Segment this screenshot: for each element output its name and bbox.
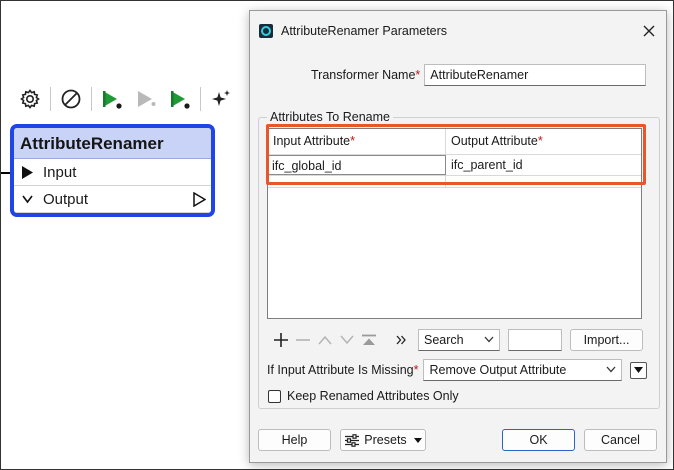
move-up-button[interactable] bbox=[314, 329, 336, 351]
triangle-down-icon bbox=[413, 437, 422, 443]
table-header: Input Attribute* Output Attribute* bbox=[268, 129, 641, 155]
missing-attribute-value: Remove Output Attribute bbox=[429, 363, 567, 377]
input-attribute-cell[interactable]: ifc_global_id bbox=[268, 155, 446, 175]
minus-icon bbox=[296, 339, 310, 341]
more-tools-button[interactable] bbox=[390, 329, 412, 351]
input-port-icon bbox=[22, 165, 33, 179]
missing-attribute-dropdown[interactable]: Remove Output Attribute bbox=[423, 359, 623, 381]
double-chevron-right-icon bbox=[396, 335, 406, 345]
ok-button[interactable]: OK bbox=[502, 429, 575, 451]
chevron-down-icon bbox=[606, 366, 616, 373]
empty-cell[interactable] bbox=[268, 176, 446, 188]
transformer-name-label: Transformer Name* bbox=[311, 68, 421, 82]
attribute-renamer-node[interactable]: AttributeRenamer Input Output bbox=[10, 124, 215, 217]
transformer-name-input[interactable]: AttributeRenamer bbox=[424, 64, 647, 86]
output-port-row[interactable]: Output bbox=[14, 186, 211, 213]
fme-app-icon bbox=[259, 24, 273, 38]
empty-cell[interactable] bbox=[446, 176, 641, 188]
run-from-this-icon[interactable] bbox=[129, 82, 163, 116]
run-to-this-icon[interactable] bbox=[95, 82, 129, 116]
missing-attribute-options-button[interactable] bbox=[630, 361, 648, 379]
group-label: Attributes To Rename bbox=[267, 110, 393, 124]
transformer-name-row: Transformer Name* AttributeRenamer bbox=[311, 64, 647, 86]
parameters-dialog: AttributeRenamer Parameters Transformer … bbox=[249, 10, 667, 463]
toolbar-separator bbox=[50, 87, 51, 111]
table-tools: Search Import... bbox=[270, 329, 643, 351]
close-icon bbox=[643, 25, 655, 37]
remove-row-button[interactable] bbox=[292, 329, 314, 351]
run-just-this-icon[interactable] bbox=[163, 82, 197, 116]
presets-label: Presets bbox=[364, 433, 407, 447]
plus-icon bbox=[274, 333, 288, 347]
column-header-output[interactable]: Output Attribute* bbox=[446, 129, 641, 154]
dialog-titlebar: AttributeRenamer Parameters bbox=[250, 11, 666, 51]
attributes-table[interactable]: Input Attribute* Output Attribute* ifc_g… bbox=[267, 128, 642, 319]
sliders-icon bbox=[345, 433, 360, 447]
chevron-down-icon bbox=[484, 336, 494, 343]
search-input[interactable] bbox=[508, 329, 562, 351]
disable-icon[interactable] bbox=[54, 82, 88, 116]
table-row[interactable]: ifc_global_id ifc_parent_id bbox=[268, 155, 641, 176]
add-row-button[interactable] bbox=[270, 329, 292, 351]
move-top-icon bbox=[362, 334, 376, 345]
presets-button[interactable]: Presets bbox=[340, 429, 426, 451]
input-port-row[interactable]: Input bbox=[14, 159, 211, 186]
node-title: AttributeRenamer bbox=[14, 128, 211, 159]
chevron-up-icon bbox=[318, 335, 332, 345]
move-to-top-button[interactable] bbox=[358, 329, 380, 351]
output-attribute-cell[interactable]: ifc_parent_id bbox=[446, 155, 641, 175]
toolbar-separator bbox=[200, 87, 201, 111]
dialog-title: AttributeRenamer Parameters bbox=[281, 24, 448, 38]
close-button[interactable] bbox=[638, 20, 660, 42]
output-port-label: Output bbox=[43, 190, 89, 208]
search-dropdown[interactable]: Search bbox=[418, 329, 500, 351]
chevron-down-icon[interactable] bbox=[22, 195, 33, 204]
transformer-toolbar bbox=[13, 82, 244, 116]
move-down-button[interactable] bbox=[336, 329, 358, 351]
help-button[interactable]: Help bbox=[258, 429, 331, 451]
table-row-empty[interactable] bbox=[268, 176, 641, 188]
keep-renamed-row[interactable]: Keep Renamed Attributes Only bbox=[268, 389, 459, 403]
output-port-icon[interactable] bbox=[193, 192, 206, 207]
import-button[interactable]: Import... bbox=[570, 329, 643, 351]
missing-attribute-label: If Input Attribute Is Missing* bbox=[267, 363, 419, 377]
sparkle-icon[interactable] bbox=[204, 82, 238, 116]
toolbar-separator bbox=[91, 87, 92, 111]
missing-attribute-row: If Input Attribute Is Missing* Remove Ou… bbox=[267, 359, 648, 381]
triangle-down-icon bbox=[634, 367, 644, 373]
gear-icon[interactable] bbox=[13, 82, 47, 116]
input-connection-line bbox=[0, 172, 10, 174]
column-header-input[interactable]: Input Attribute* bbox=[268, 129, 446, 154]
keep-renamed-label: Keep Renamed Attributes Only bbox=[287, 389, 459, 403]
cancel-button[interactable]: Cancel bbox=[584, 429, 657, 451]
input-port-label: Input bbox=[43, 163, 77, 181]
chevron-down-icon bbox=[340, 335, 354, 345]
search-dropdown-value: Search bbox=[424, 333, 464, 347]
keep-renamed-checkbox[interactable] bbox=[268, 389, 281, 403]
